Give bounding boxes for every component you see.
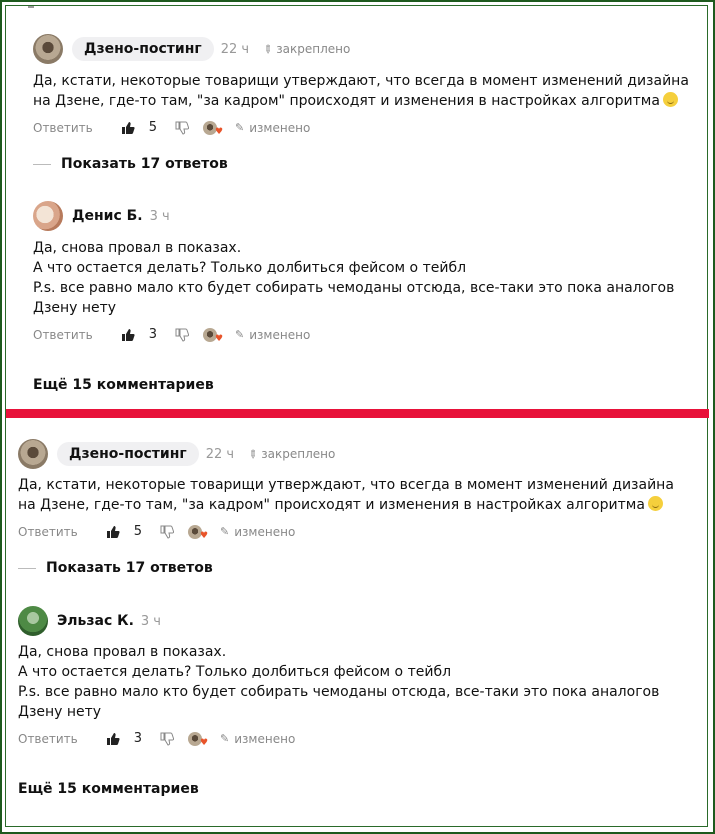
more-comments-link[interactable]: Ещё 15 комментариев [18,781,199,797]
edited-text: изменено [234,524,296,539]
smile-emoji-icon [647,496,663,511]
pinned-text: закреплено [276,42,351,56]
dislike-icon[interactable] [160,525,175,539]
comment-text: Да, кстати, некоторые товарищи утверждаю… [33,71,689,111]
avatar[interactable] [33,34,63,64]
pinned-text: закреплено [261,447,336,461]
reply-line: P.s. все равно мало кто будет собирать ч… [18,684,660,700]
like-count: 5 [133,524,143,539]
reply-actions: Ответить 3 ♥ ✎ изменено [18,731,295,747]
pin-icon: ✎ [259,41,276,57]
pinned-label: ✎ закреплено [259,41,351,57]
edited-text: изменено [234,731,296,746]
like-icon[interactable] [106,732,120,746]
edited-label: ✎ изменено [220,525,295,539]
reply-actions: Ответить 3 ♥ ✎ изменено [33,327,310,343]
comment-line: Да, кстати, некоторые товарищи утверждаю… [33,73,689,89]
edited-label: ✎ изменено [220,732,295,746]
reply-line: P.s. все равно мало кто будет собирать ч… [33,280,675,296]
comment-line: на Дзене, где-то там, "за кадром" происх… [33,93,660,109]
dislike-icon[interactable] [175,328,190,342]
divider-line [33,163,51,165]
like-icon[interactable] [121,328,135,342]
comment-actions: Ответить 5 ♥ ✎ изменено [18,524,295,540]
show-replies-button[interactable]: Показать 17 ответов [33,156,228,172]
author-name[interactable]: Дзено-постинг [72,37,214,61]
heart-icon: ♥ [214,126,224,137]
comment-actions: Ответить 5 ♥ ✎ изменено [33,120,310,136]
comment-line: на Дзене, где-то там, "за кадром" происх… [18,497,645,513]
reactor-avatar[interactable]: ♥ [203,327,223,343]
reply-header: Эльзас К. 3 ч [18,606,161,636]
pencil-icon: ✎ [235,121,245,134]
top-edge-mark [28,6,34,8]
reply-button[interactable]: Ответить [18,525,78,539]
comment-header: Дзено-постинг 22 ч ✎ закреплено [18,439,335,469]
reply-time: 3 ч [149,208,170,224]
red-divider [6,409,709,418]
show-replies-label: Показать 17 ответов [46,560,213,576]
reactor-avatar[interactable]: ♥ [188,731,208,747]
comment-header: Дзено-постинг 22 ч ✎ закреплено [33,34,350,64]
pencil-icon: ✎ [235,328,245,341]
reply-line: Дзену нету [33,300,117,316]
edited-text: изменено [249,327,311,342]
like-icon[interactable] [106,525,120,539]
author-name[interactable]: Денис Б. [72,208,143,224]
more-comments-link[interactable]: Ещё 15 комментариев [33,377,214,393]
pin-icon: ✎ [244,446,261,462]
reply-button[interactable]: Ответить [33,328,93,342]
heart-icon: ♥ [214,333,224,344]
like-count: 5 [148,120,158,135]
comment-time: 22 ч [220,41,250,57]
show-replies-button[interactable]: Показать 17 ответов [18,560,213,576]
heart-icon: ♥ [199,530,209,541]
reply-text: Да, снова провал в показах. А что остает… [18,642,659,722]
edited-text: изменено [249,120,311,135]
author-name[interactable]: Дзено-постинг [57,442,199,466]
comment-text: Да, кстати, некоторые товарищи утверждаю… [18,475,674,515]
reply-line: Да, снова провал в показах. [18,644,227,660]
reply-text: Да, снова провал в показах. А что остает… [33,238,674,318]
dislike-icon[interactable] [160,732,175,746]
avatar[interactable] [18,606,48,636]
comment-line: Да, кстати, некоторые товарищи утверждаю… [18,477,674,493]
reply-header: Денис Б. 3 ч [33,201,170,231]
edited-label: ✎ изменено [235,121,310,135]
pencil-icon: ✎ [220,525,230,538]
show-replies-label: Показать 17 ответов [61,156,228,172]
reply-button[interactable]: Ответить [18,732,78,746]
pencil-icon: ✎ [220,732,230,745]
author-name[interactable]: Эльзас К. [57,613,134,629]
reply-line: А что остается делать? Только долбиться … [18,664,452,680]
like-count: 3 [133,731,143,746]
edited-label: ✎ изменено [235,328,310,342]
reply-line: Дзену нету [18,704,102,720]
dislike-icon[interactable] [175,121,190,135]
like-count: 3 [148,327,158,342]
reply-time: 3 ч [140,613,161,629]
like-icon[interactable] [121,121,135,135]
heart-icon: ♥ [199,737,209,748]
reply-line: А что остается делать? Только долбиться … [33,260,467,276]
smile-emoji-icon [662,92,678,107]
reply-line: Да, снова провал в показах. [33,240,242,256]
avatar[interactable] [33,201,63,231]
reactor-avatar[interactable]: ♥ [188,524,208,540]
reactor-avatar[interactable]: ♥ [203,120,223,136]
pinned-label: ✎ закреплено [244,446,336,462]
reply-button[interactable]: Ответить [33,121,93,135]
comment-time: 22 ч [205,446,235,462]
divider-line [18,567,36,569]
avatar[interactable] [18,439,48,469]
